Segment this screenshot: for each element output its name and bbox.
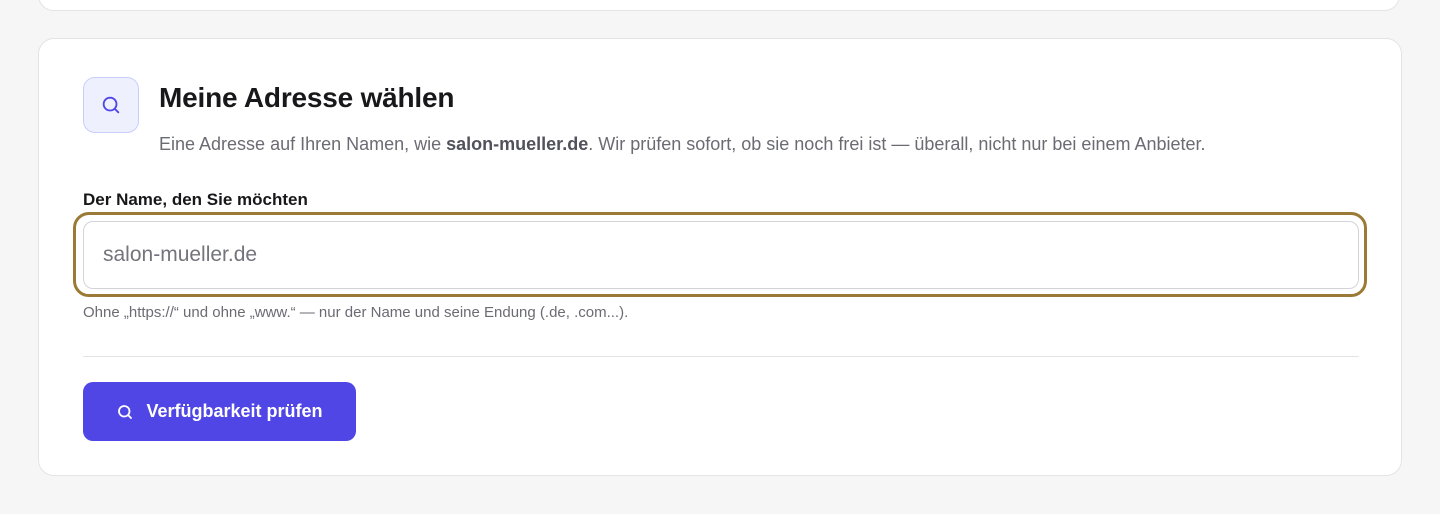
check-availability-button[interactable]: Verfügbarkeit prüfen bbox=[83, 382, 356, 441]
check-availability-label: Verfügbarkeit prüfen bbox=[146, 401, 323, 421]
description-example-domain: salon-mueller.de bbox=[446, 134, 589, 154]
section-title: Meine Adresse wählen bbox=[159, 82, 455, 113]
previous-card bbox=[38, 0, 1400, 11]
section-icon-box bbox=[83, 77, 139, 133]
address-card: Meine Adresse wählen Eine Adresse auf Ih… bbox=[38, 38, 1402, 476]
domain-field-hint: Ohne „https://“ und ohne „www.“ — nur de… bbox=[83, 304, 629, 321]
description-text-start: Eine Adresse auf Ihren Namen, wie bbox=[159, 134, 447, 154]
description-text-end: . Wir prüfen sofort, ob sie noch frei is… bbox=[588, 134, 1206, 154]
search-icon bbox=[116, 403, 134, 421]
divider bbox=[83, 356, 1359, 357]
domain-input[interactable] bbox=[83, 221, 1359, 289]
domain-field-label: Der Name, den Sie möchten bbox=[83, 190, 308, 209]
section-description: Eine Adresse auf Ihren Namen, wie salon-… bbox=[159, 134, 1206, 155]
search-icon bbox=[100, 94, 122, 116]
